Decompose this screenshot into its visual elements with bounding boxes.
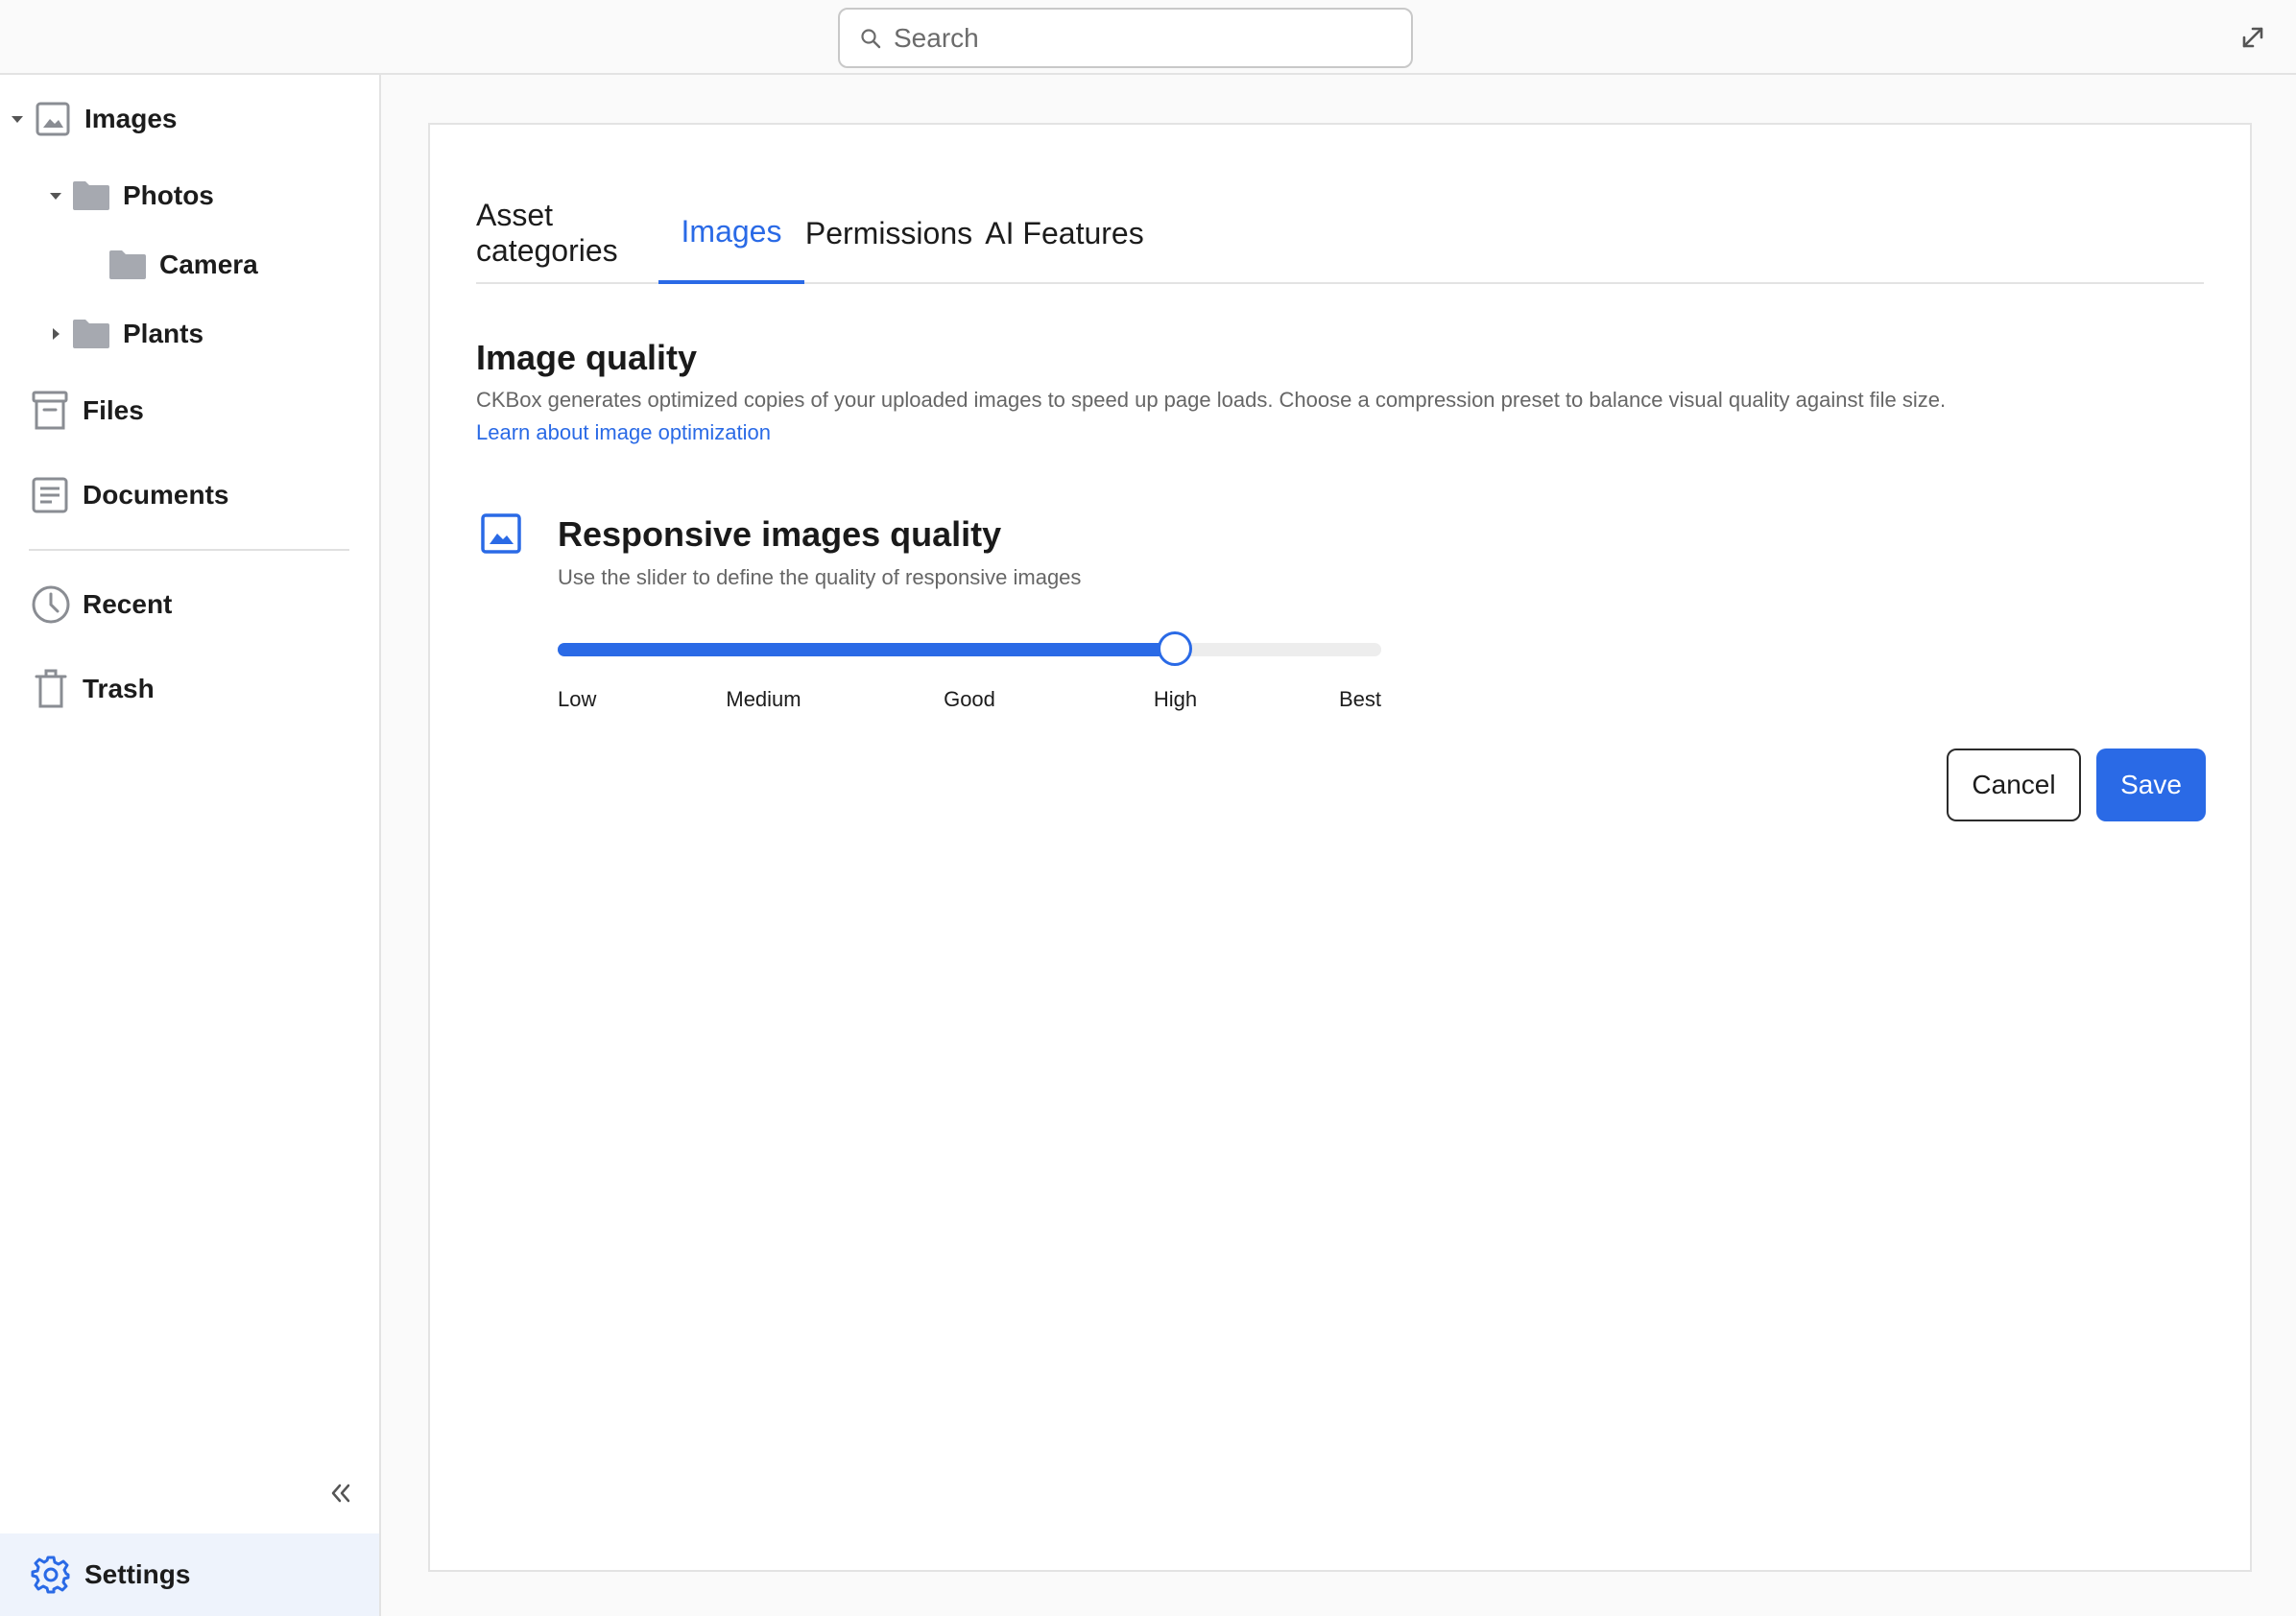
learn-more-link[interactable]: Learn about image optimization	[476, 420, 771, 445]
settings-panel: Asset categories Images Permissions AI F…	[428, 123, 2252, 1572]
tab-permissions[interactable]: Permissions	[804, 182, 973, 284]
sidebar-item-recent[interactable]: Recent	[31, 581, 172, 629]
slider-level-label: Medium	[726, 687, 801, 711]
expand-button[interactable]	[2236, 21, 2269, 54]
sidebar-item-label: Documents	[83, 480, 229, 510]
sidebar-item-label: Recent	[83, 589, 173, 619]
folder-icon	[73, 181, 109, 210]
slider-level-label: Good	[944, 687, 995, 711]
sidebar-item-label: Files	[83, 395, 144, 425]
chevron-down-icon[interactable]	[8, 109, 27, 129]
gear-icon	[31, 1556, 70, 1594]
sidebar-item-label: Trash	[83, 674, 155, 703]
clock-icon	[32, 585, 70, 624]
sidebar-item-trash[interactable]: Trash	[33, 665, 155, 713]
trash-icon	[35, 669, 67, 708]
slider-level-label: Best	[1338, 687, 1381, 711]
sidebar-item-documents[interactable]: Documents	[31, 471, 228, 519]
sidebar-item-label: Camera	[159, 250, 258, 279]
sidebar-item-photos[interactable]: Photos	[46, 172, 214, 220]
sidebar: Images Photos Camera Plants Files Docume…	[0, 75, 381, 1616]
search-icon	[861, 28, 881, 48]
sidebar-item-plants[interactable]: Plants	[46, 310, 203, 358]
sidebar-item-files[interactable]: Files	[31, 387, 144, 435]
search-input[interactable]	[892, 21, 1375, 55]
tab-ai-features[interactable]: AI Features	[973, 182, 1156, 284]
slider-level-label: Low	[558, 687, 597, 711]
slider-thumb[interactable]	[1157, 631, 1192, 666]
image-icon	[481, 513, 521, 554]
tab-images[interactable]: Images	[658, 182, 804, 284]
quality-slider[interactable]	[558, 631, 1381, 666]
collapse-sidebar-button[interactable]	[328, 1478, 353, 1509]
section-description: CKBox generates optimized copies of your…	[476, 388, 1947, 412]
sidebar-item-label: Images	[84, 104, 178, 133]
tab-bar: Asset categories Images Permissions AI F…	[476, 182, 2204, 284]
folder-icon	[73, 320, 109, 348]
sidebar-item-label: Plants	[123, 319, 204, 348]
tab-asset-categories[interactable]: Asset categories	[476, 182, 658, 284]
top-bar	[0, 0, 2296, 75]
document-icon	[32, 477, 68, 513]
sidebar-divider	[29, 549, 349, 551]
chevron-down-icon[interactable]	[46, 186, 65, 205]
archive-icon	[32, 391, 68, 430]
expand-icon	[2242, 27, 2263, 48]
slider-fill	[558, 643, 1176, 656]
responsive-quality-title: Responsive images quality	[558, 514, 1002, 554]
sidebar-item-settings[interactable]: Settings	[0, 1533, 379, 1616]
double-chevron-left-icon	[331, 1484, 350, 1503]
slider-level-label: High	[1153, 687, 1198, 711]
sidebar-item-label: Settings	[84, 1559, 191, 1589]
folder-icon	[109, 250, 146, 279]
section-title: Image quality	[476, 338, 698, 377]
save-button[interactable]: Save	[2096, 749, 2206, 821]
image-icon	[36, 102, 70, 136]
search-box[interactable]	[838, 8, 1413, 68]
cancel-button[interactable]: Cancel	[1947, 749, 2081, 821]
sidebar-item-images[interactable]: Images	[8, 95, 178, 143]
responsive-quality-description: Use the slider to define the quality of …	[558, 565, 1082, 589]
chevron-right-icon[interactable]	[46, 324, 65, 344]
sidebar-item-camera[interactable]: Camera	[108, 241, 258, 289]
sidebar-item-label: Photos	[123, 180, 214, 210]
